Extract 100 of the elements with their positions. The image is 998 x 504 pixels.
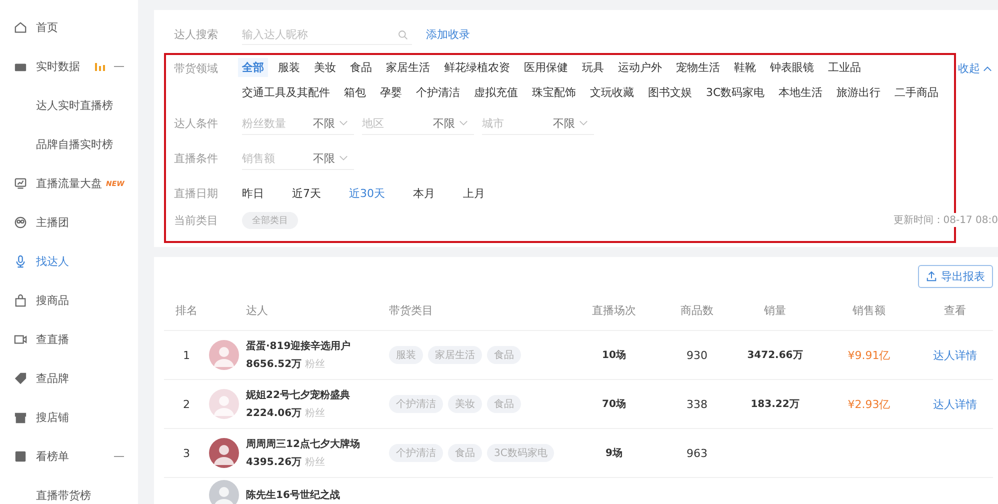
details-link[interactable]: 达人详情 [933, 348, 977, 362]
rank-cell-text: 1 [182, 348, 191, 362]
select-field[interactable]: 城市 不限 [482, 112, 594, 134]
group-icon [14, 216, 27, 229]
filter-label: 直播条件 [174, 151, 219, 166]
search-field[interactable]: 输入达人昵称 [242, 24, 412, 44]
category-option[interactable]: 食品 [346, 58, 376, 77]
date-option[interactable]: 昨日 [242, 186, 264, 201]
add-link[interactable]: 添加收录 [426, 27, 470, 42]
nav-item[interactable]: 看榜单 [0, 437, 138, 476]
details-link[interactable]: 达人详情 [933, 398, 977, 410]
camera-icon [14, 333, 27, 346]
category-option[interactable]: 箱包 [340, 83, 370, 102]
sales-cell-text: 183.22万 [750, 398, 800, 411]
column-header: 销量 [763, 302, 787, 318]
category-option[interactable]: 珠宝配饰 [528, 83, 580, 102]
category-option[interactable]: 全部 [238, 58, 268, 77]
store-icon [14, 411, 27, 424]
category-option[interactable]: 医用保健 [520, 58, 572, 77]
category-option[interactable]: 3C数码家电 [702, 83, 769, 102]
filter-label: 直播日期 [174, 186, 219, 201]
category-tag: 食品 [487, 395, 521, 413]
category-option[interactable]: 本地生活 [774, 83, 827, 102]
talent-name[interactable]: 蛋蛋·819迎接辛选用户 [246, 339, 351, 353]
category-option[interactable]: 个护清洁 [412, 83, 464, 102]
select-field[interactable]: 地区 不限 [362, 112, 474, 134]
category-option[interactable]: 二手商品 [890, 83, 943, 102]
nav-item[interactable]: 查品牌 [0, 359, 138, 398]
revenue-cell-text: ¥2.93亿 [846, 396, 892, 412]
nav-item[interactable]: 首页 [0, 8, 138, 47]
nav-subitem[interactable]: 直播带货榜 [0, 476, 138, 504]
category-tag: 美妆 [448, 395, 482, 413]
export-button[interactable]: 导出报表 [918, 265, 993, 288]
filter-label: 当前类目 [174, 212, 219, 228]
filter-label: 带货领域 [174, 61, 219, 76]
chevron-down-icon [339, 155, 348, 161]
category-option[interactable]: 文玩收藏 [586, 83, 638, 102]
monitor-icon [14, 177, 27, 190]
category-tag: 3C数码家电 [487, 444, 554, 462]
category-tag: 个护清洁 [389, 395, 443, 413]
nav-item[interactable]: 查直播 [0, 320, 138, 359]
category-option[interactable]: 交通工具及其配件 [238, 83, 334, 102]
nav-subitem[interactable]: 达人实时直播榜 [0, 86, 138, 125]
talent-name[interactable]: 周周周三12点七夕大牌场 [246, 437, 360, 451]
category-option[interactable]: 家居生活 [382, 58, 434, 77]
sales-cell-text: 3472.66万 [746, 349, 804, 362]
column-header: 带货类目 [389, 302, 434, 318]
nav-item[interactable]: 找达人 [0, 242, 138, 281]
nav-item[interactable]: 搜商品 [0, 281, 138, 320]
nav-item[interactable]: 主播团 [0, 203, 138, 242]
category-option[interactable]: 旅游出行 [832, 83, 885, 102]
revenue-cell-text: ¥9.91亿 [846, 348, 892, 362]
select-field[interactable]: 粉丝数量 不限 [242, 112, 354, 134]
filter-label: 达人搜索 [174, 27, 219, 42]
avatar [209, 438, 239, 468]
category-option[interactable]: 服装 [274, 58, 304, 77]
category-tag: 家居生活 [428, 346, 482, 364]
collapse-link[interactable]: 收起 [958, 61, 992, 76]
column-header: 查看 [943, 302, 967, 318]
chevron-down-icon [459, 120, 468, 126]
category-option[interactable]: 鞋靴 [730, 58, 760, 77]
date-option[interactable]: 近7天 [292, 186, 321, 201]
category-option[interactable]: 图书文娱 [644, 83, 696, 102]
column-header: 销售额 [852, 302, 886, 318]
category-option[interactable]: 工业品 [824, 58, 865, 77]
category-option[interactable]: 运动户外 [614, 58, 666, 77]
fan-count: 2224.06万 粉丝 [246, 406, 326, 420]
category-tag: 服装 [389, 346, 423, 364]
tag-icon [14, 372, 27, 385]
nav-item[interactable]: 搜店铺 [0, 398, 138, 437]
chevron-down-icon [579, 120, 588, 126]
category-option[interactable]: 钟表眼镜 [766, 58, 818, 77]
column-header: 达人 [245, 302, 269, 318]
date-option[interactable]: 本月 [413, 186, 435, 201]
category-option[interactable]: 虚拟充值 [470, 83, 522, 102]
category-tag: 食品 [487, 346, 521, 364]
category-option[interactable]: 宠物生活 [672, 58, 724, 77]
fan-count: 8656.52万 粉丝 [246, 358, 326, 371]
talent-name[interactable]: 陈先生16号世纪之战 [246, 488, 340, 502]
date-option[interactable]: 近30天 [349, 186, 385, 201]
nav-item[interactable]: 实时数据 [0, 47, 138, 86]
talent-name[interactable]: 妮姐22号七夕宠粉盛典 [246, 388, 350, 402]
category-option[interactable]: 鲜花绿植农资 [440, 58, 514, 77]
date-option[interactable]: 上月 [463, 186, 485, 201]
upload-icon [926, 271, 937, 282]
filter-label: 达人条件 [174, 116, 219, 131]
search-icon [398, 30, 408, 40]
products-cell-text: 930 [686, 348, 708, 362]
fan-count: 4395.26万 粉丝 [246, 456, 326, 469]
products-cell-text: 338 [686, 398, 708, 410]
select-field[interactable]: 销售额 不限 [242, 148, 354, 170]
column-header: 排名 [174, 302, 198, 318]
category-option[interactable]: 孕婴 [376, 83, 406, 102]
nav-subitem[interactable]: 品牌自播实时榜 [0, 125, 138, 164]
category-option[interactable]: 美妆 [310, 58, 340, 77]
sessions-cell-text: 10场 [601, 348, 627, 362]
update-time: 更新时间：08-17 08:0 [893, 213, 998, 227]
sessions-cell-text: 70场 [601, 398, 627, 411]
rank-cell-text: 2 [182, 398, 191, 410]
category-option[interactable]: 玩具 [578, 58, 608, 77]
